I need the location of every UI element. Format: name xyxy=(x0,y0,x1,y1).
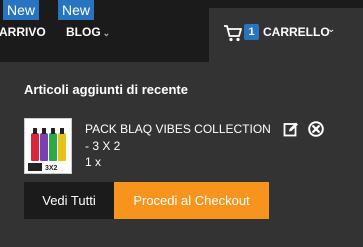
chevron-down-icon: ⌄ xyxy=(327,24,336,35)
nav-item-blog[interactable]: New BLOG ⌄ xyxy=(58,0,113,64)
product-thumbnail[interactable]: 3X2 xyxy=(24,118,72,174)
remove-icon[interactable] xyxy=(308,121,324,137)
nav-item-arrivo[interactable]: New ARRIVO xyxy=(0,0,50,64)
bottle-image xyxy=(58,128,66,161)
brand-logo xyxy=(28,163,42,171)
product-name[interactable]: PACK BLAQ VIBES COLLECTION - 3 X 2 xyxy=(85,121,275,155)
nav-label-arrivo: ARRIVO xyxy=(0,25,46,39)
mini-cart-dropdown: Articoli aggiunti di recente 3X2 PACK BL… xyxy=(0,62,363,247)
cart-toggle[interactable]: 1 CARRELLO ⌄ xyxy=(209,8,363,62)
view-all-button[interactable]: Vedi Tutti xyxy=(24,182,114,219)
bottle-image xyxy=(49,128,57,161)
mini-cart-title: Articoli aggiunti di recente xyxy=(24,82,188,97)
cart-icon xyxy=(224,25,242,42)
nav-label-blog: BLOG ⌄ xyxy=(66,25,110,39)
bottle-image xyxy=(31,128,39,161)
checkout-button[interactable]: Procedi al Checkout xyxy=(114,182,269,219)
edit-icon[interactable] xyxy=(283,121,299,137)
cart-label: CARRELLO xyxy=(263,25,330,39)
cart-count-badge: 1 xyxy=(244,24,259,40)
nav-label-blog-text: BLOG xyxy=(66,25,101,39)
chevron-down-icon: ⌄ xyxy=(102,28,111,38)
new-badge: New xyxy=(58,0,95,20)
bottle-image xyxy=(40,128,48,161)
new-badge: New xyxy=(3,0,40,20)
thumb-caption: 3X2 xyxy=(45,165,58,172)
top-navigation: New ARRIVO New BLOG ⌄ 1 CARRELLO ⌄ xyxy=(0,0,363,64)
product-quantity: 1 x xyxy=(85,155,102,169)
